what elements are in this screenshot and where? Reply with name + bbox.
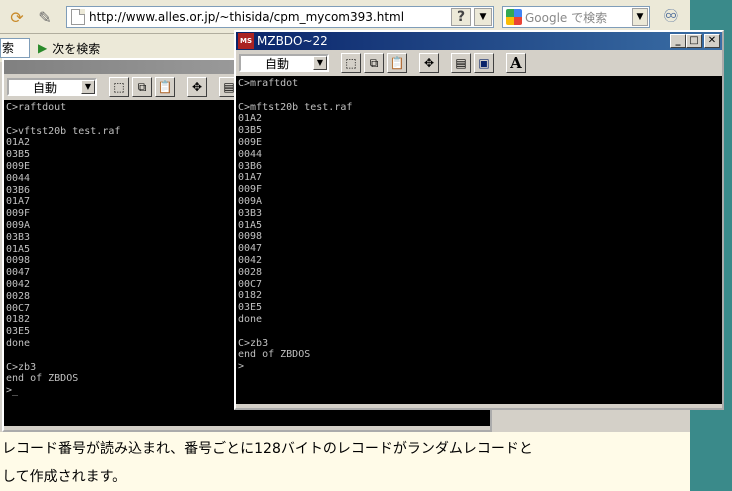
search-dropdown-button[interactable]: ▼ xyxy=(632,8,648,26)
address-bar[interactable]: http://www.alles.or.jp/~thisida/cpm_myco… xyxy=(66,6,494,28)
console-window-front[interactable]: MS MZBDO~22 _ □ ✕ 自動 ▼ ⬚ ⧉ 📋 ✥ ▤ ▣ A C>m… xyxy=(234,30,724,410)
paste-icon[interactable]: 📋 xyxy=(155,77,175,97)
search-placeholder[interactable]: Google で検索 xyxy=(525,9,607,26)
page-text-line-1: レコード番号が読み込まれ、番号ごとに128バイトのレコードがランダムレコードと xyxy=(2,441,533,457)
console-back-font-value: 自動 xyxy=(32,80,57,95)
find-next-button[interactable]: ▶ 次を検索 xyxy=(38,38,100,58)
console-front-screen[interactable]: C>mraftdot C>mftst20b test.raf 01A2 03B5… xyxy=(236,76,722,404)
msdos-icon: MS xyxy=(238,33,254,49)
console-back-font-select[interactable]: 自動 ▼ xyxy=(7,78,97,96)
minimize-button[interactable]: _ xyxy=(670,34,686,48)
play-arrow-icon: ▶ xyxy=(38,41,48,55)
page-content: レコード番号が読み込まれ、番号ごとに128バイトのレコードがランダムレコードと … xyxy=(0,432,690,491)
maximize-button[interactable]: □ xyxy=(686,34,702,48)
console-front-font-value: 自動 xyxy=(264,56,289,71)
properties-icon[interactable]: ▤ xyxy=(451,53,471,73)
find-next-label: 次を検索 xyxy=(52,41,101,56)
page-icon xyxy=(71,9,85,25)
page-text-line-2: して作成されます。 xyxy=(2,469,127,485)
paste-icon[interactable]: 📋 xyxy=(387,53,407,73)
chevron-down-icon[interactable]: ▼ xyxy=(313,56,327,70)
background-icon[interactable]: ▣ xyxy=(474,53,494,73)
mark-icon[interactable]: ⬚ xyxy=(341,53,361,73)
console-front-font-select[interactable]: 自動 ▼ xyxy=(239,54,329,72)
find-input[interactable]: 索 xyxy=(0,38,30,58)
console-front-titlebar[interactable]: MS MZBDO~22 _ □ ✕ xyxy=(236,32,722,50)
address-dropdown-button[interactable]: ▼ xyxy=(474,8,492,26)
copy-icon[interactable]: ⧉ xyxy=(132,77,152,97)
browser-toolbar: ⟳ ✎ http://www.alles.or.jp/~thisida/cpm_… xyxy=(0,0,690,34)
font-icon[interactable]: A xyxy=(506,53,526,73)
google-icon xyxy=(506,9,522,25)
glasses-icon[interactable]: ♾ xyxy=(656,6,686,28)
reload-icon[interactable]: ⟳ xyxy=(6,6,28,28)
chevron-down-icon[interactable]: ▼ xyxy=(81,80,95,94)
close-button[interactable]: ✕ xyxy=(704,34,720,48)
copy-icon[interactable]: ⧉ xyxy=(364,53,384,73)
help-button[interactable]: ? xyxy=(451,8,471,26)
console-front-title: MZBDO~22 xyxy=(257,34,328,48)
google-search-box[interactable]: Google で検索 ▼ xyxy=(502,6,650,28)
address-url[interactable]: http://www.alles.or.jp/~thisida/cpm_myco… xyxy=(89,10,404,24)
edit-icon[interactable]: ✎ xyxy=(34,6,56,28)
fullscreen-icon[interactable]: ✥ xyxy=(187,77,207,97)
fullscreen-icon[interactable]: ✥ xyxy=(419,53,439,73)
mark-icon[interactable]: ⬚ xyxy=(109,77,129,97)
console-front-toolbar: 自動 ▼ ⬚ ⧉ 📋 ✥ ▤ ▣ A xyxy=(236,50,722,76)
